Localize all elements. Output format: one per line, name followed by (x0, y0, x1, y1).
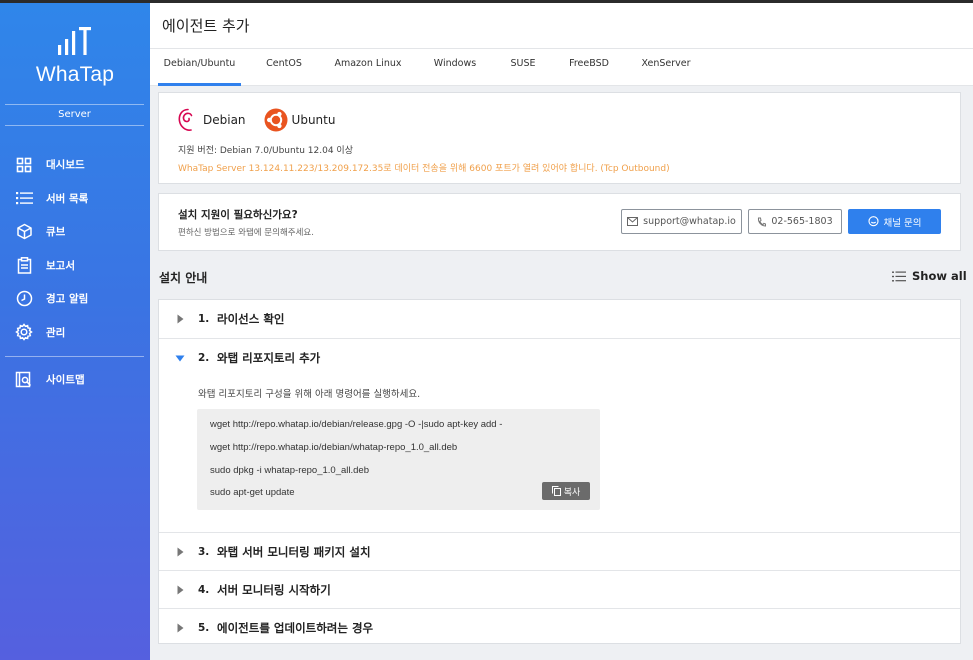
code-block[interactable]: wget http://repo.whatap.io/debian/releas… (197, 409, 600, 510)
whatap-logo-icon (58, 27, 91, 55)
copy-button[interactable]: 복사 (542, 482, 590, 500)
os-tabs: Debian/Ubuntu CentOS Amazon Linux Window… (150, 49, 973, 86)
copy-label: 복사 (563, 487, 581, 498)
channel-chat-button[interactable]: 채널 문의 (848, 209, 941, 234)
step-number: 2. (198, 352, 210, 364)
main-content: 에이전트 추가 Debian/Ubuntu CentOS Amazon Linu… (150, 3, 973, 660)
network-requirement-note: WhaTap Server 13.124.11.223/13.209.172.3… (178, 164, 670, 174)
sidebar-item-server-list[interactable]: 서버 목록 (0, 182, 150, 216)
os-debian: Debian (177, 107, 246, 133)
support-subtitle: 편하신 방법으로 와탭에 문의해주세요. (178, 228, 314, 238)
phone-support-button[interactable]: 02-565-1803 (748, 209, 842, 234)
list-icon (892, 271, 906, 281)
sidebar-nav: 대시보드 서버 목록 큐브 보고서 경고 알림 관리 (0, 148, 150, 349)
tab-windows[interactable]: Windows (428, 49, 482, 86)
cube-icon (14, 222, 34, 242)
ubuntu-logo-icon (264, 108, 288, 132)
show-all-label: Show all (912, 269, 967, 283)
mail-icon (627, 217, 639, 226)
step-2-description: 와탭 리포지토리 구성을 위해 아래 명령어를 실행하세요. (198, 389, 421, 400)
step-number: 4. (198, 584, 210, 596)
os-debian-label: Debian (203, 113, 246, 127)
sidebar: WhaTap Server 대시보드 서버 목록 큐브 보고서 경고 알림 관리… (0, 3, 150, 660)
phone-icon (758, 217, 767, 227)
email-address: support@whatap.io (643, 216, 736, 227)
chat-bubble-icon (867, 216, 879, 227)
step-2-header[interactable]: 2. 와탭 리포지토리 추가 (159, 339, 960, 377)
tab-freebsd[interactable]: FreeBSD (562, 49, 616, 86)
caret-right-icon (177, 547, 184, 557)
step-title: 라이선스 확인 (217, 312, 285, 326)
sidebar-nav-secondary: 사이트맵 (0, 363, 150, 397)
sidebar-item-label: 대시보드 (46, 159, 85, 172)
sitemap-icon (14, 370, 34, 390)
logo[interactable]: WhaTap (0, 25, 150, 87)
step-title: 에이전트를 업데이트하려는 경우 (217, 621, 374, 635)
step-title: 와탭 서버 모니터링 패키지 설치 (217, 545, 371, 559)
step-number: 1. (198, 313, 210, 325)
code-line: sudo dpkg -i whatap-repo_1.0_all.deb (210, 465, 369, 476)
sidebar-item-cube[interactable]: 큐브 (0, 215, 150, 249)
caret-right-icon (177, 314, 184, 324)
os-logos: Debian Ubuntu (177, 107, 353, 133)
supported-version-text: 지원 버전: Debian 7.0/Ubuntu 12.04 이상 (178, 146, 353, 156)
tab-xenserver[interactable]: XenServer (635, 49, 697, 86)
code-line: sudo apt-get update (210, 487, 295, 498)
dashboard-grid-icon (14, 155, 34, 175)
page-title: 에이전트 추가 (162, 17, 250, 35)
os-ubuntu-label: Ubuntu (291, 113, 336, 127)
install-guide-title: 설치 안내 (159, 271, 208, 285)
sidebar-item-label: 보고서 (46, 259, 75, 272)
tab-debian-ubuntu[interactable]: Debian/Ubuntu (158, 49, 241, 86)
show-all-button[interactable]: Show all (892, 269, 967, 283)
step-number: 3. (198, 546, 210, 558)
support-card: 설치 지원이 필요하신가요? 편하신 방법으로 와탭에 문의해주세요. supp… (158, 193, 961, 251)
sidebar-item-dashboard[interactable]: 대시보드 (0, 148, 150, 182)
email-support-button[interactable]: support@whatap.io (621, 209, 742, 234)
sidebar-divider (5, 356, 144, 357)
sidebar-item-label: 사이트맵 (46, 374, 85, 387)
support-title: 설치 지원이 필요하신가요? (178, 209, 298, 221)
copy-icon (551, 486, 561, 496)
step-4-header[interactable]: 4. 서버 모니터링 시작하기 (159, 571, 960, 609)
report-clipboard-icon (14, 255, 34, 275)
install-steps-accordion: 1. 라이선스 확인 2. 와탭 리포지토리 추가 와탭 리포지토리 구성을 위… (158, 299, 961, 644)
page-header: 에이전트 추가 (150, 3, 973, 49)
tab-centos[interactable]: CentOS (257, 49, 311, 86)
product-section-label: Server (5, 104, 144, 126)
debian-logo-icon (178, 108, 193, 131)
step-number: 5. (198, 622, 210, 634)
window-top-edge (0, 0, 973, 3)
step-title: 서버 모니터링 시작하기 (217, 583, 331, 597)
channel-chat-label: 채널 문의 (883, 217, 922, 229)
sidebar-item-manage[interactable]: 관리 (0, 316, 150, 350)
sidebar-item-label: 경고 알림 (46, 293, 89, 306)
caret-right-icon (177, 623, 184, 633)
step-5-header[interactable]: 5. 에이전트를 업데이트하려는 경우 (159, 609, 960, 647)
tab-suse[interactable]: SUSE (503, 49, 543, 86)
code-line: wget http://repo.whatap.io/debian/whatap… (210, 442, 458, 453)
clock-alert-icon (14, 289, 34, 309)
sidebar-item-sitemap[interactable]: 사이트맵 (0, 363, 150, 397)
sidebar-item-report[interactable]: 보고서 (0, 249, 150, 283)
code-line: wget http://repo.whatap.io/debian/releas… (210, 419, 503, 430)
os-ubuntu: Ubuntu (264, 108, 336, 132)
step-1-header[interactable]: 1. 라이선스 확인 (159, 300, 960, 338)
list-icon (14, 188, 34, 208)
logo-text: WhaTap (35, 63, 115, 86)
sidebar-item-alert[interactable]: 경고 알림 (0, 282, 150, 316)
sidebar-item-label: 관리 (46, 326, 66, 339)
os-info-card: Debian Ubuntu 지원 버전: Debian 7.0/Ubuntu 1… (158, 92, 961, 184)
caret-right-icon (177, 585, 184, 595)
gear-icon (14, 322, 34, 342)
step-3-header[interactable]: 3. 와탭 서버 모니터링 패키지 설치 (159, 533, 960, 571)
sidebar-item-label: 서버 목록 (46, 192, 89, 205)
step-title: 와탭 리포지토리 추가 (217, 351, 321, 365)
tab-amazon-linux[interactable]: Amazon Linux (330, 49, 406, 86)
sidebar-item-label: 큐브 (46, 226, 66, 239)
phone-number: 02-565-1803 (771, 216, 833, 227)
caret-down-icon (175, 355, 185, 361)
